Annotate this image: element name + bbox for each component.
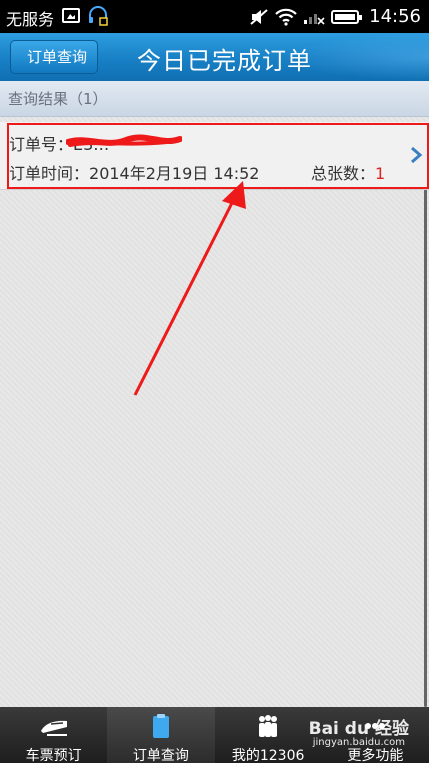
- train-icon: [40, 720, 67, 736]
- chevron-right-icon: [411, 146, 423, 164]
- page-title: 今日已完成订单: [137, 47, 312, 75]
- carrier-text: 无服务: [6, 10, 55, 29]
- results-header: 查询结果（1）: [0, 81, 429, 117]
- order-time-value: 2014年2月19日 14:52: [89, 164, 260, 183]
- order-time-label: 订单时间：: [9, 164, 90, 183]
- headset-notification-icon: [89, 6, 108, 26]
- watermark-brand: Bai du 经验: [308, 719, 409, 739]
- battery-icon: [331, 9, 363, 24]
- status-icons: 14:56: [249, 6, 421, 27]
- ticket-count-value: 1: [375, 164, 386, 183]
- clipboard-icon: [152, 714, 169, 738]
- order-list-item[interactable]: 订单号：E3… 订单时间：2014年2月19日 14:52 总张数：1: [0, 122, 429, 190]
- content-area: 订单号：E3… 订单时间：2014年2月19日 14:52 总张数：1: [0, 117, 429, 707]
- people-icon: [259, 715, 278, 737]
- picture-notification-icon: [62, 8, 80, 23]
- ticket-count-label: 总张数：: [311, 164, 376, 183]
- nav-label: 我的12306: [231, 748, 305, 763]
- nav-label: 车票预订: [25, 748, 82, 763]
- watermark-url: jingyan.baidu.com: [312, 737, 405, 748]
- ticket-count-row: 总张数：1: [311, 160, 385, 184]
- nav-label: 订单查询: [132, 748, 189, 763]
- mute-icon: [250, 8, 268, 25]
- nav-order-query[interactable]: 订单查询: [107, 707, 215, 763]
- title-bar: 订单查询 今日已完成订单: [0, 33, 429, 81]
- scrollbar[interactable]: [424, 169, 427, 707]
- annotation-arrow: [133, 181, 246, 396]
- nav-ticket-booking[interactable]: 车票预订: [0, 707, 107, 763]
- wifi-icon: [275, 8, 297, 26]
- redaction-scribble: [66, 134, 182, 147]
- nav-my-12306[interactable]: 我的12306: [215, 707, 322, 763]
- signal-icon: [304, 13, 325, 25]
- clock-time: 14:56: [369, 6, 421, 27]
- order-number-label: 订单号：: [9, 135, 74, 154]
- order-time-row: 订单时间：2014年2月19日 14:52: [9, 160, 259, 184]
- status-bar: 无服务 14:56: [0, 0, 429, 33]
